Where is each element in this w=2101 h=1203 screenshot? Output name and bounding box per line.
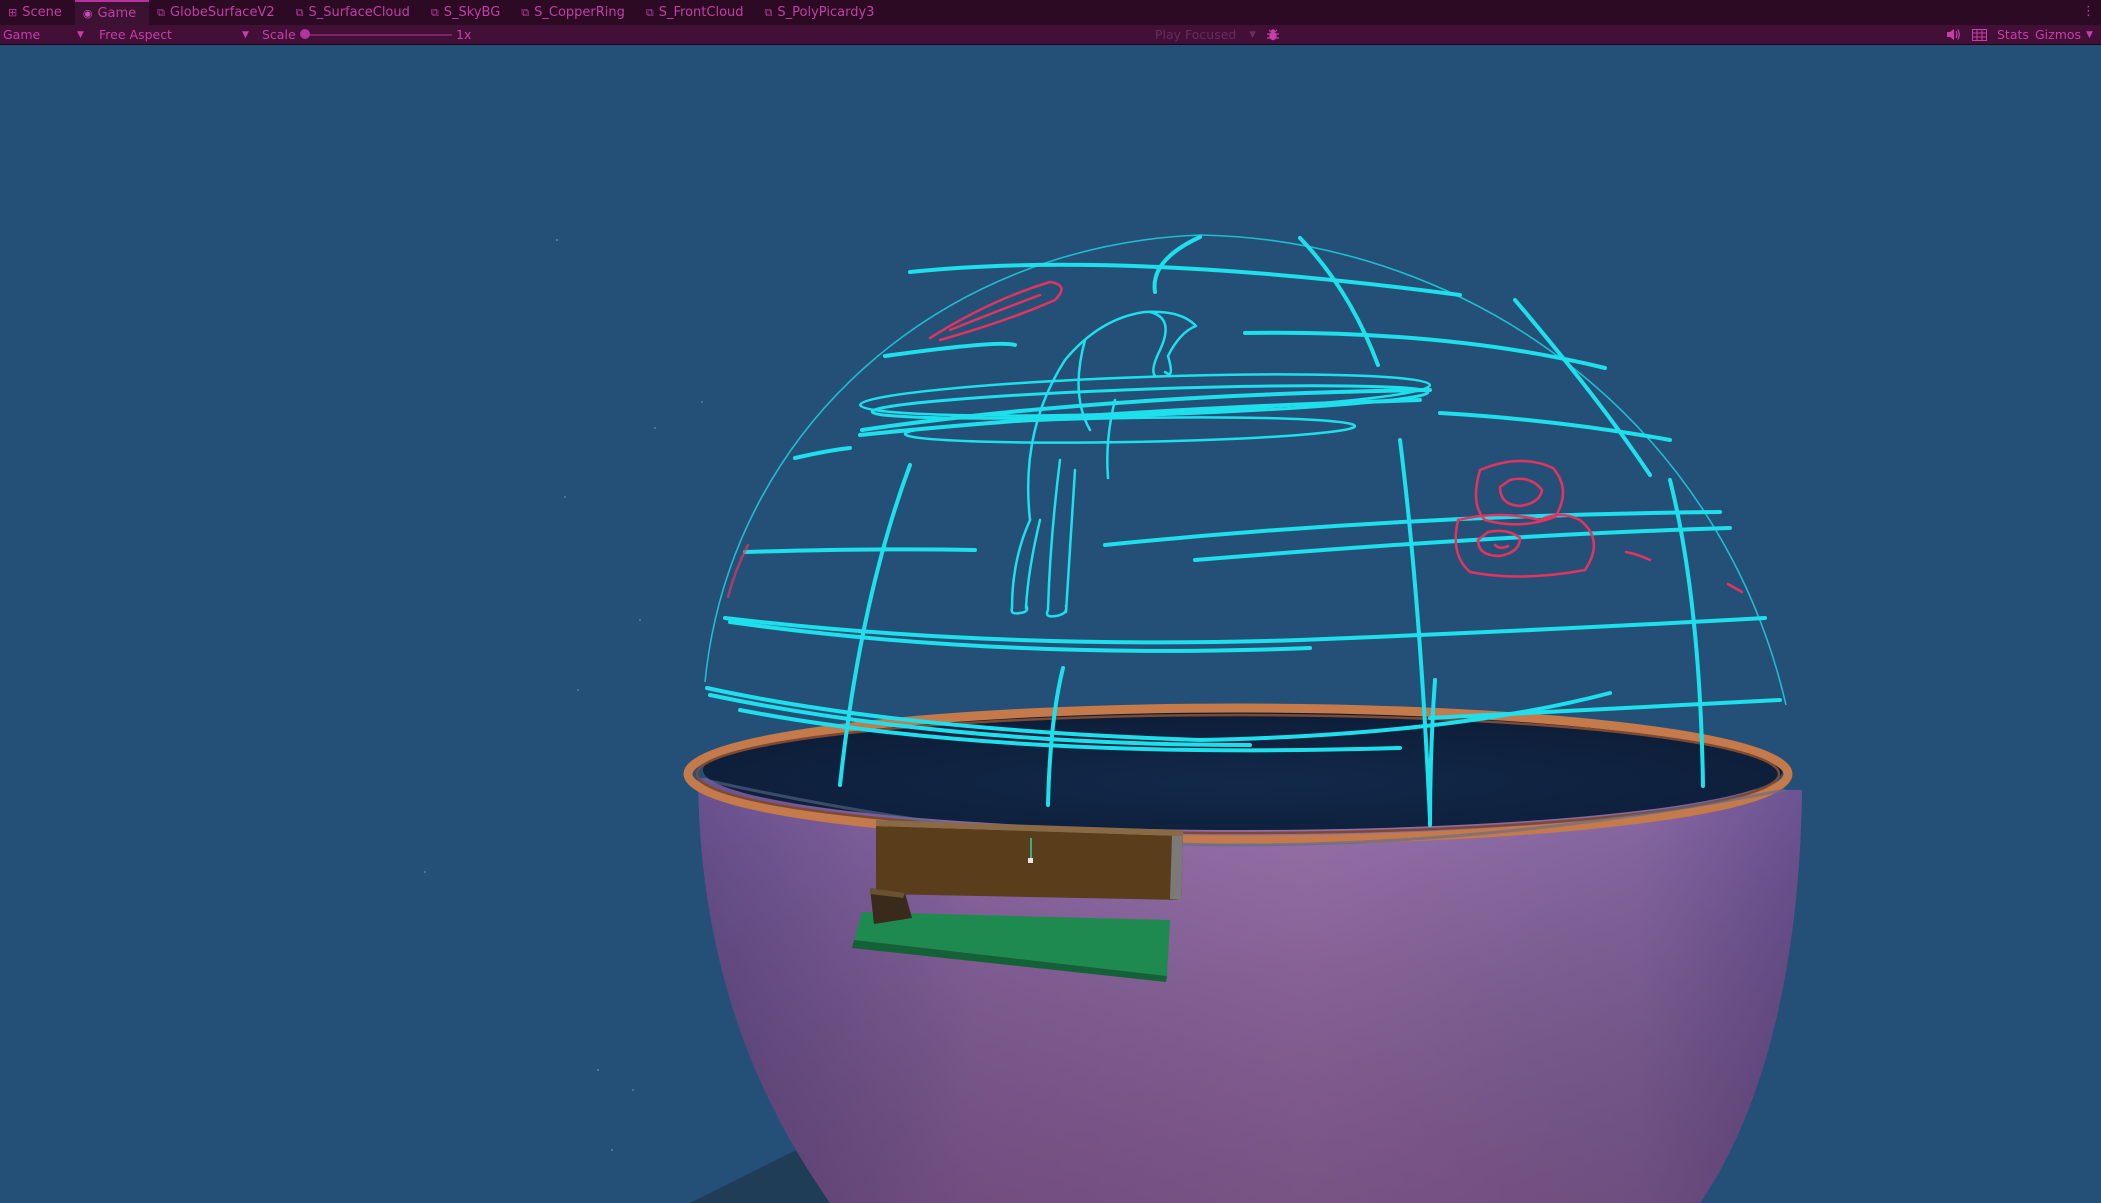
tab-scene[interactable]: ⊞ Scene [0, 0, 75, 25]
shader-icon: ⧉ [295, 5, 304, 19]
speaker-icon[interactable] [1946, 25, 1960, 44]
editor-tab-bar: ⊞ Scene ◉ Game ⧉ GlobeSurfaceV2 ⧉ S_SurfaceClou… [0, 0, 2101, 25]
display-caret-icon[interactable]: ▼ [77, 25, 84, 44]
tab-label: S_PolyPicardy3 [777, 5, 875, 20]
tab-s-skybg[interactable]: ⧉ S_SkyBG [423, 0, 513, 25]
shader-icon: ⧉ [430, 5, 439, 19]
game-view-toolbar: Game ▼ Free Aspect ▼ Scale 1x Play Focus… [0, 25, 2101, 45]
gamepad-icon: ◉ [82, 7, 93, 20]
stats-button[interactable]: Stats [1997, 25, 2029, 44]
play-mode-caret-icon[interactable]: ▼ [1249, 25, 1256, 44]
tab-label: S_CopperRing [534, 5, 625, 20]
kebab-menu-icon[interactable]: ⋮ [2082, 4, 2095, 19]
tab-label: S_FrontCloud [658, 5, 744, 20]
gizmos-dropdown[interactable]: Gizmos [2035, 25, 2081, 44]
bug-icon[interactable] [1266, 25, 1280, 44]
tab-label: GlobeSurfaceV2 [170, 5, 275, 20]
tab-globesurfacev2[interactable]: ⧉ GlobeSurfaceV2 [149, 0, 287, 25]
aspect-label: Free Aspect [99, 27, 172, 42]
tab-s-surfacecloud[interactable]: ⧉ S_SurfaceCloud [288, 0, 423, 25]
scale-slider-handle[interactable] [300, 29, 310, 39]
scale-label: Scale [262, 27, 296, 42]
tab-label: S_SkyBG [443, 5, 501, 20]
tab-s-polypicardy3[interactable]: ⧉ S_PolyPicardy3 [757, 0, 888, 25]
aspect-dropdown[interactable]: Free Aspect [99, 25, 172, 44]
shader-icon: ⧉ [157, 5, 166, 19]
grid-table-icon[interactable] [1972, 25, 1987, 44]
tab-game[interactable]: ◉ Game [74, 0, 150, 25]
display-label: Game [3, 27, 41, 42]
gizmos-caret-icon[interactable]: ▼ [2086, 25, 2093, 44]
gizmos-label: Gizmos [2035, 27, 2082, 42]
game-viewport[interactable] [0, 45, 2101, 1203]
tab-label: Game [97, 6, 137, 21]
aspect-caret-icon[interactable]: ▼ [242, 25, 249, 44]
grid-icon: ⊞ [8, 6, 18, 19]
play-mode-dropdown[interactable]: Play Focused [1155, 25, 1236, 44]
scale-slider-track[interactable] [305, 34, 452, 36]
scale-value: 1x [456, 27, 472, 42]
tab-label: Scene [22, 5, 62, 20]
play-mode-label: Play Focused [1155, 27, 1237, 42]
tab-s-copperring[interactable]: ⧉ S_CopperRing [513, 0, 638, 25]
shader-icon: ⧉ [645, 5, 654, 19]
shader-icon: ⧉ [521, 5, 530, 19]
tab-label: S_SurfaceCloud [308, 5, 410, 20]
display-dropdown[interactable]: Game [3, 25, 40, 44]
shader-icon: ⧉ [764, 5, 773, 19]
tab-s-frontcloud[interactable]: ⧉ S_FrontCloud [638, 0, 757, 25]
